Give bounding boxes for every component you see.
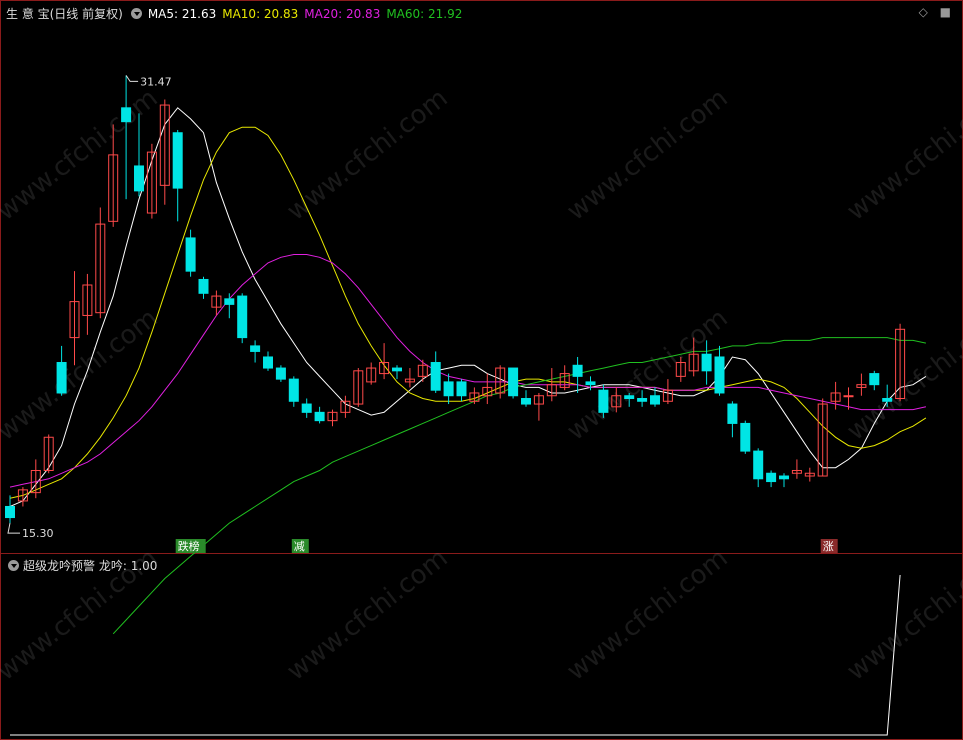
candle-down	[521, 398, 531, 405]
high-label: 31.47	[140, 75, 172, 88]
candle-down	[727, 403, 738, 424]
candle-down	[392, 367, 402, 372]
candle-down	[430, 362, 441, 391]
ma60-line	[112, 337, 927, 635]
candle-down	[701, 353, 712, 372]
candle-down	[624, 395, 635, 400]
low-label: 15.30	[22, 527, 54, 540]
candle-down	[585, 381, 596, 386]
candle-down	[275, 367, 286, 380]
candle-down	[198, 278, 209, 294]
candle-down	[301, 403, 312, 413]
candle-down	[56, 362, 67, 394]
marker-label: 跌榜	[178, 539, 200, 553]
candle-down	[224, 298, 235, 305]
candle-down	[134, 165, 144, 192]
candle-down	[5, 505, 15, 519]
candle-down	[288, 378, 299, 402]
candle-down	[121, 107, 132, 123]
candle-down	[237, 295, 248, 339]
candle-down	[572, 364, 583, 377]
candle-down	[650, 395, 660, 405]
candlestick-chart[interactable]: 31.47 15.30 跌榜 减 涨	[0, 0, 963, 740]
marker-label: 涨	[823, 540, 834, 553]
candle-down	[766, 472, 777, 483]
ma20-line	[9, 254, 927, 488]
candle-down	[263, 356, 273, 369]
candle-down	[779, 475, 789, 480]
candle-down	[250, 345, 261, 352]
candle-down	[598, 389, 609, 413]
marker-label: 减	[294, 540, 305, 553]
candle-down	[882, 398, 893, 402]
candle-down	[185, 237, 196, 272]
candle-down	[314, 411, 325, 422]
high-pointer	[125, 75, 139, 82]
candle-down	[508, 367, 519, 397]
candle-down	[443, 381, 454, 397]
candle-down	[753, 450, 764, 480]
candle-up	[843, 395, 854, 398]
candle-down	[172, 132, 183, 189]
longyin-line	[10, 574, 901, 736]
candle-down	[714, 356, 725, 394]
candle-down	[637, 398, 648, 402]
low-pointer	[7, 522, 20, 534]
candle-down	[456, 381, 467, 397]
candle-down	[869, 373, 880, 386]
candle-down	[740, 422, 751, 452]
